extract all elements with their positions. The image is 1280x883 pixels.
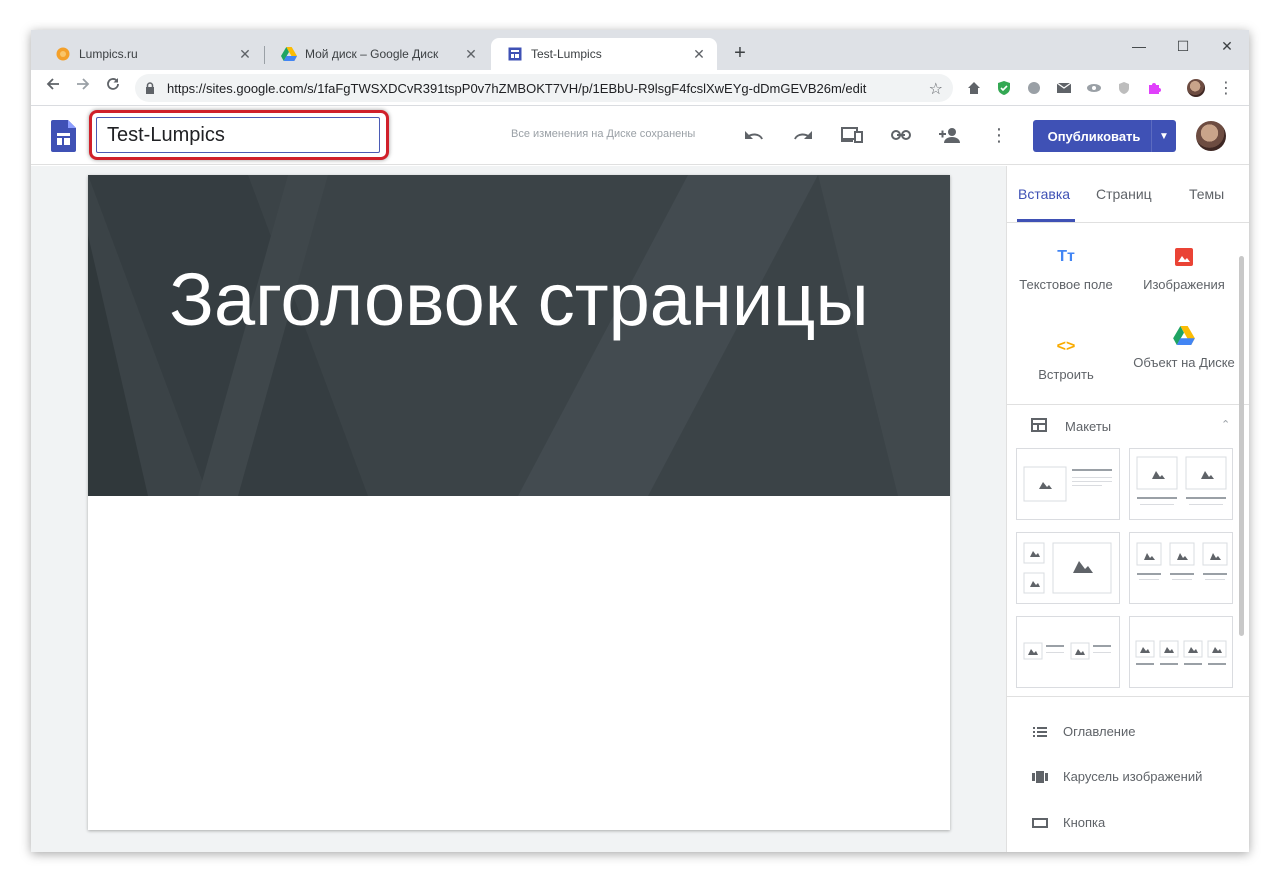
page-header-banner[interactable]: Заголовок страницы [88, 175, 950, 496]
url-text: https://sites.google.com/s/1faFgTWSXDCvR… [167, 80, 867, 96]
forward-button[interactable] [71, 76, 95, 100]
insert-button[interactable]: Кнопка [1031, 815, 1105, 830]
button-label: Кнопка [1063, 815, 1106, 830]
layout-option[interactable] [1129, 448, 1233, 520]
browser-menu-icon[interactable]: ⋮ [1217, 79, 1235, 97]
orange-circle-icon [55, 46, 71, 62]
tab-title: Lumpics.ru [79, 47, 138, 61]
user-avatar[interactable] [1196, 121, 1226, 151]
carousel-icon [1031, 770, 1049, 783]
insert-images-label: Изображения [1143, 277, 1225, 292]
redo-icon[interactable] [791, 123, 815, 147]
profile-avatar[interactable] [1187, 79, 1205, 97]
tab-pages[interactable]: Страниц [1096, 186, 1152, 202]
editor-canvas: Заголовок страницы [31, 166, 1006, 852]
browser-toolbar: https://sites.google.com/s/1faFgTWSXDCvR… [31, 70, 1249, 106]
button-icon [1031, 817, 1049, 828]
tab-google-drive[interactable]: Мой диск – Google Диск ✕ [265, 38, 489, 70]
insert-images[interactable]: Изображения [1125, 246, 1243, 292]
insert-drive-object[interactable]: Объект на Диске [1125, 324, 1243, 384]
sites-icon [507, 46, 523, 62]
layouts-section-header[interactable]: Макеты [1031, 418, 1111, 435]
bookmark-star-icon[interactable]: ☆ [929, 79, 943, 99]
tab-test-lumpics[interactable]: Test-Lumpics ✕ [491, 38, 717, 70]
close-window-button[interactable]: ✕ [1205, 34, 1249, 58]
tab-lumpics[interactable]: Lumpics.ru ✕ [39, 38, 263, 70]
tab-title: Test-Lumpics [531, 47, 602, 61]
minimize-button[interactable]: — [1117, 34, 1161, 58]
panel-divider [1007, 222, 1249, 223]
preview-devices-icon[interactable] [840, 123, 864, 147]
address-bar[interactable]: https://sites.google.com/s/1faFgTWSXDCvR… [135, 74, 953, 102]
text-box-icon: Tт [1057, 248, 1075, 265]
image-carousel-label: Карусель изображений [1063, 769, 1203, 784]
panel-divider [1007, 404, 1249, 405]
publish-button[interactable]: Опубликовать ▼ [1033, 120, 1176, 152]
layouts-icon [1031, 418, 1047, 435]
share-add-person-icon[interactable] [938, 123, 962, 147]
tab-themes[interactable]: Темы [1189, 186, 1224, 202]
browser-window: Lumpics.ru ✕ Мой диск – Google Диск ✕ Te… [31, 30, 1249, 852]
insert-embed-label: Встроить [1038, 367, 1094, 382]
tab-title: Мой диск – Google Диск [305, 47, 439, 61]
table-of-contents-label: Оглавление [1063, 724, 1136, 739]
save-status: Все изменения на Диске сохранены [511, 128, 696, 140]
mail-extension-icon[interactable] [1055, 79, 1073, 97]
insert-drive-object-label: Объект на Диске [1133, 356, 1235, 370]
sites-header: Test-Lumpics Все изменения на Диске сохр… [31, 107, 1249, 165]
close-icon[interactable]: ✕ [691, 46, 707, 62]
site-page: Заголовок страницы [88, 175, 950, 830]
back-button[interactable] [41, 76, 65, 100]
close-icon[interactable]: ✕ [463, 46, 479, 62]
shield-extension-icon[interactable] [995, 79, 1013, 97]
badge-extension-icon[interactable] [1115, 79, 1133, 97]
link-icon[interactable] [889, 123, 913, 147]
layout-option[interactable] [1016, 532, 1120, 604]
puzzle-extension-icon[interactable] [1145, 79, 1163, 97]
google-sites-logo-icon[interactable] [51, 120, 76, 152]
undo-icon[interactable] [742, 123, 766, 147]
layout-option[interactable] [1129, 616, 1233, 688]
layouts-label: Макеты [1065, 419, 1112, 434]
reload-button[interactable] [101, 76, 125, 100]
layout-option[interactable] [1129, 532, 1233, 604]
collapse-icon[interactable]: ⌃ [1221, 418, 1230, 431]
chevron-down-icon[interactable]: ▼ [1152, 131, 1176, 142]
google-drive-icon [1125, 324, 1243, 346]
page-title-heading[interactable]: Заголовок страницы [88, 257, 950, 343]
insert-text-box[interactable]: Tт Текстовое поле [1007, 246, 1125, 292]
annotation-highlight-frame [89, 110, 389, 160]
insert-image-carousel[interactable]: Карусель изображений [1031, 769, 1202, 784]
insert-text-box-label: Текстовое поле [1019, 277, 1113, 292]
embed-code-icon: <> [1056, 338, 1076, 355]
maximize-button[interactable]: ☐ [1161, 34, 1205, 58]
globe-extension-icon[interactable] [1025, 79, 1043, 97]
new-tab-button[interactable]: + [728, 42, 752, 66]
more-options-icon[interactable]: ⋮ [987, 123, 1011, 147]
close-icon[interactable]: ✕ [237, 46, 253, 62]
list-icon [1031, 726, 1049, 737]
eye-extension-icon[interactable] [1085, 79, 1103, 97]
image-icon [1125, 246, 1243, 268]
insert-table-of-contents[interactable]: Оглавление [1031, 724, 1135, 739]
home-extension-icon[interactable] [965, 79, 983, 97]
tab-insert[interactable]: Вставка [1018, 186, 1070, 202]
panel-divider [1007, 696, 1249, 697]
layout-option[interactable] [1016, 448, 1120, 520]
publish-label: Опубликовать [1047, 128, 1141, 144]
panel-scrollbar[interactable] [1239, 256, 1244, 636]
layout-option[interactable] [1016, 616, 1120, 688]
insert-panel: Вставка Страниц Темы Tт Текстовое поле И… [1006, 166, 1249, 852]
lock-icon [145, 82, 157, 94]
google-drive-icon [281, 46, 297, 62]
tab-strip: Lumpics.ru ✕ Мой диск – Google Диск ✕ Te… [31, 30, 1249, 70]
insert-embed[interactable]: <> Встроить [1007, 336, 1125, 382]
